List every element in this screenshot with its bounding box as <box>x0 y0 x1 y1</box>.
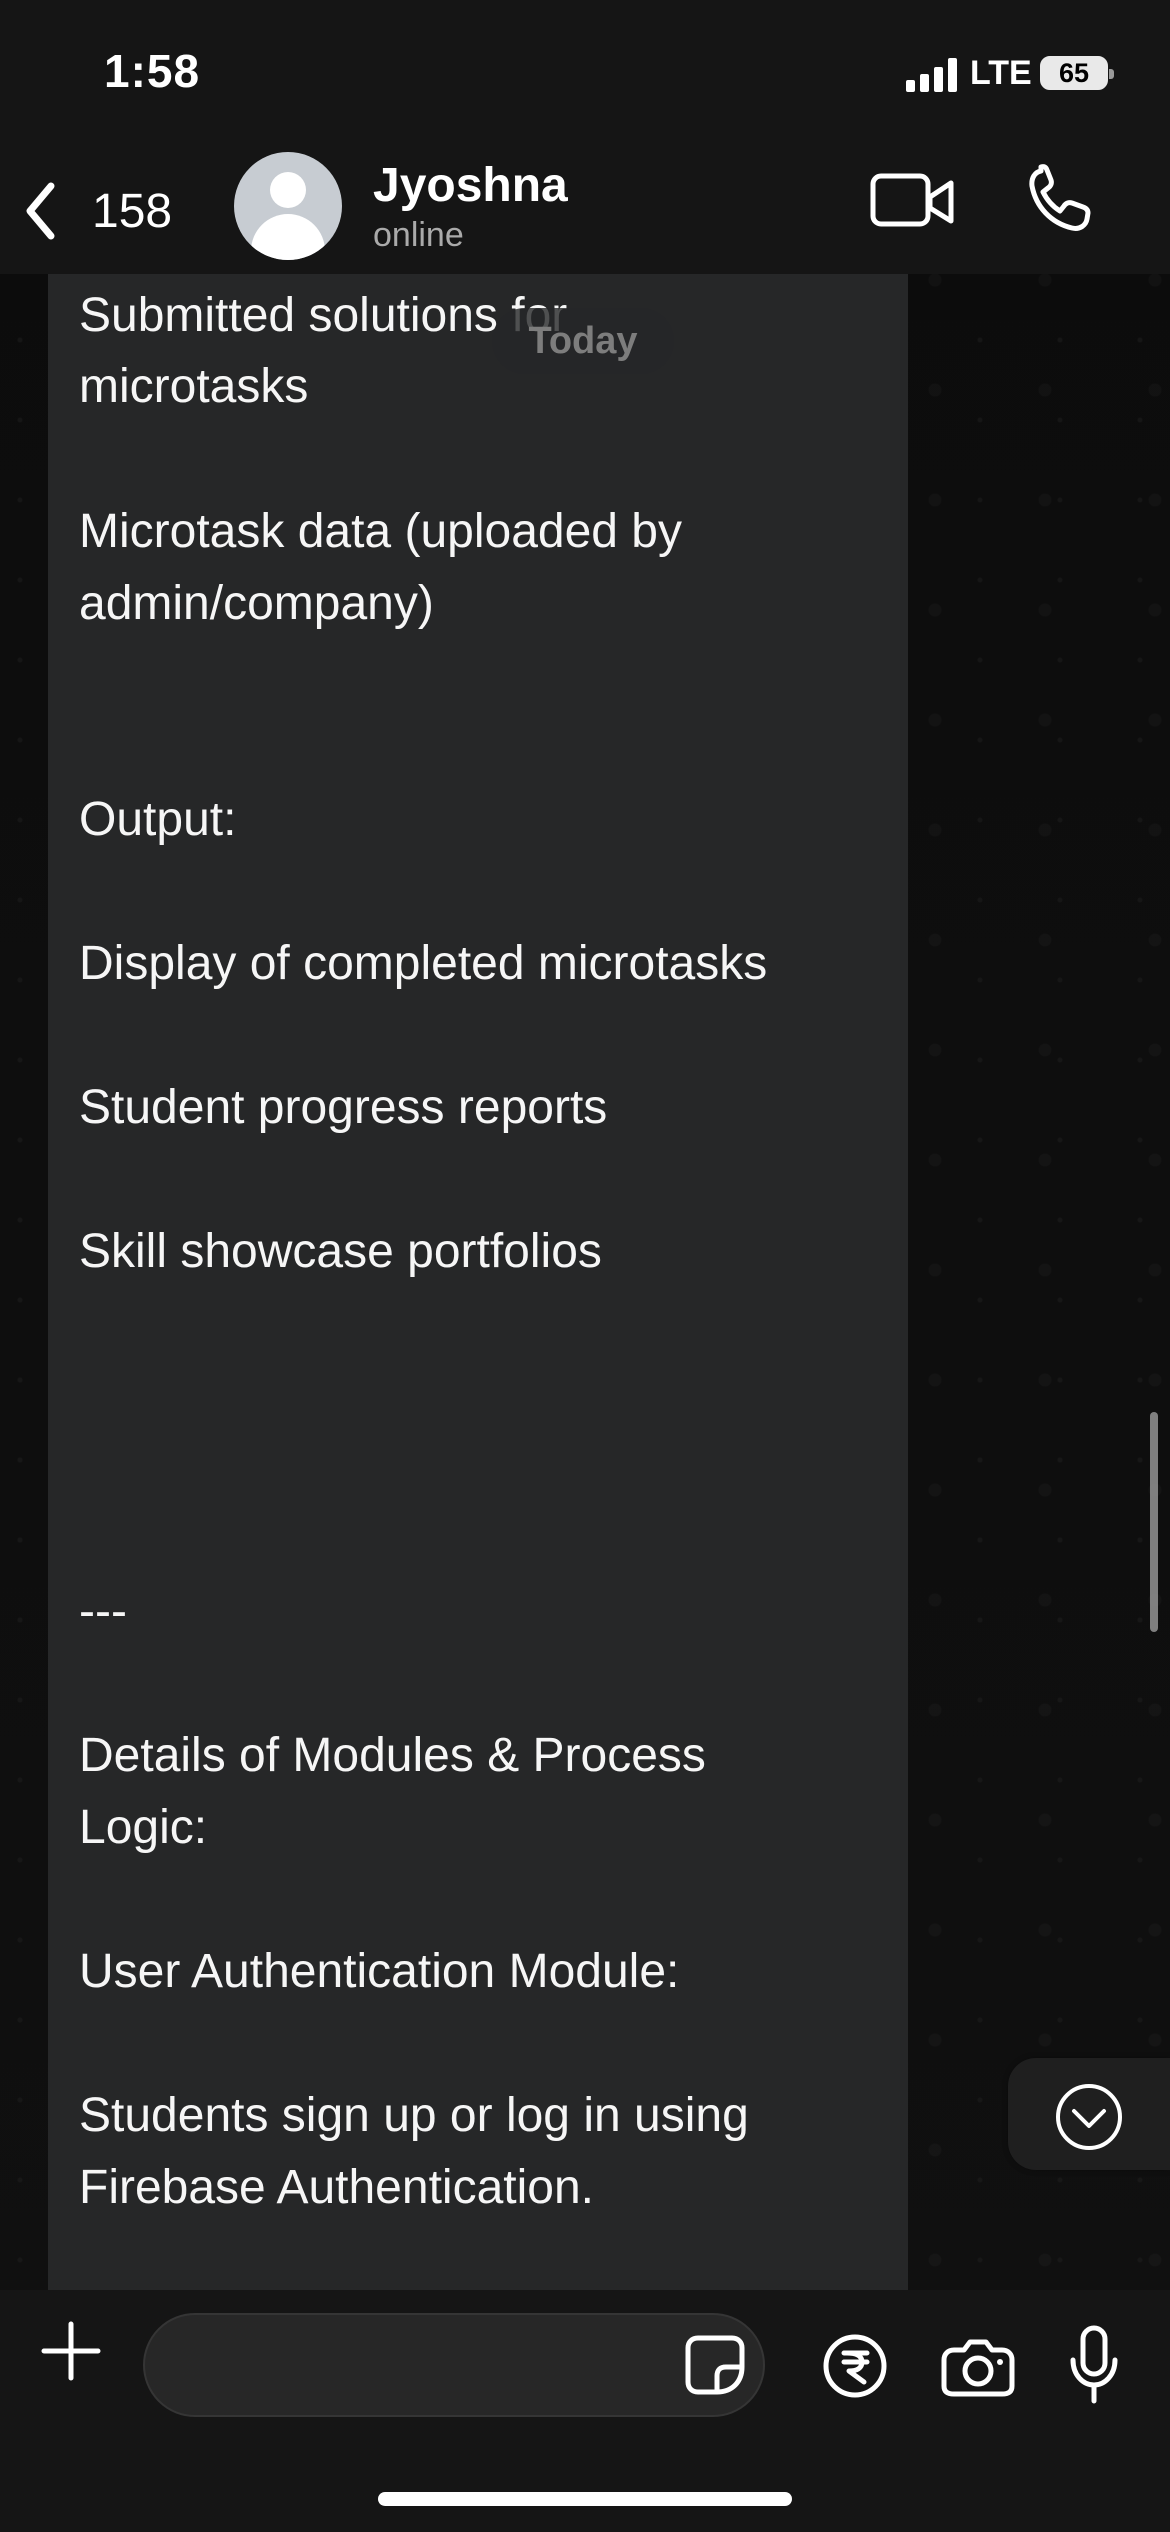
chat-scrollbar[interactable] <box>1150 1412 1158 1632</box>
message-line: Student progress reports <box>79 1081 608 1134</box>
video-camera-icon[interactable] <box>868 166 958 240</box>
signal-strength-icon <box>906 58 960 92</box>
chat-screen: 1:58 LTE 65 158 Jyoshna online Submitted… <box>0 0 1170 2532</box>
message-line: Submitted solutions for <box>79 289 568 342</box>
rupee-icon[interactable] <box>822 2333 888 2399</box>
date-separator: Today <box>492 308 674 374</box>
message-line: microtasks <box>79 360 309 413</box>
message-line: Students sign up or log in using <box>79 2089 749 2142</box>
avatar-body-shape <box>251 214 325 260</box>
home-indicator[interactable] <box>378 2492 792 2506</box>
message-line: Microtask data (uploaded by <box>79 505 682 558</box>
status-time: 1:58 <box>104 45 201 97</box>
message-line: Details of Modules & Process <box>79 1729 706 1782</box>
phone-icon[interactable] <box>1020 164 1094 238</box>
message-line: Firebase Authentication. <box>79 2161 594 2214</box>
message-input[interactable] <box>143 2313 765 2417</box>
message-line: --- <box>79 1585 127 1638</box>
message-bubble[interactable]: Submitted solutions for microtasks Micro… <box>48 274 908 2292</box>
message-line: Skill showcase portfolios <box>79 1225 602 1278</box>
contact-avatar[interactable] <box>234 152 342 260</box>
unread-chat-count: 158 <box>92 184 173 238</box>
plus-icon[interactable] <box>40 2320 102 2382</box>
sticker-icon[interactable] <box>683 2333 747 2397</box>
microphone-icon[interactable] <box>1066 2324 1122 2406</box>
message-line: admin/company) <box>79 577 434 630</box>
network-type: LTE <box>970 54 1032 92</box>
battery-level: 65 <box>1040 56 1114 90</box>
chat-header: 158 Jyoshna online <box>0 148 1170 274</box>
contact-name[interactable]: Jyoshna <box>373 159 568 213</box>
chevron-left-icon <box>26 182 55 240</box>
message-line: Display of completed microtasks <box>79 937 768 990</box>
scroll-down-button[interactable] <box>1008 2058 1170 2170</box>
message-line: User Authentication Module: <box>79 1945 680 1998</box>
message-line: Logic: <box>79 1801 208 1854</box>
message-line: Output: <box>79 793 237 846</box>
back-button[interactable]: 158 <box>20 170 200 252</box>
contact-status: online <box>373 216 464 254</box>
status-bar: 1:58 LTE 65 <box>0 0 1170 148</box>
avatar-head-shape <box>270 172 306 208</box>
chevron-down-circle-icon <box>1056 2084 1122 2150</box>
camera-icon[interactable] <box>940 2334 1016 2398</box>
